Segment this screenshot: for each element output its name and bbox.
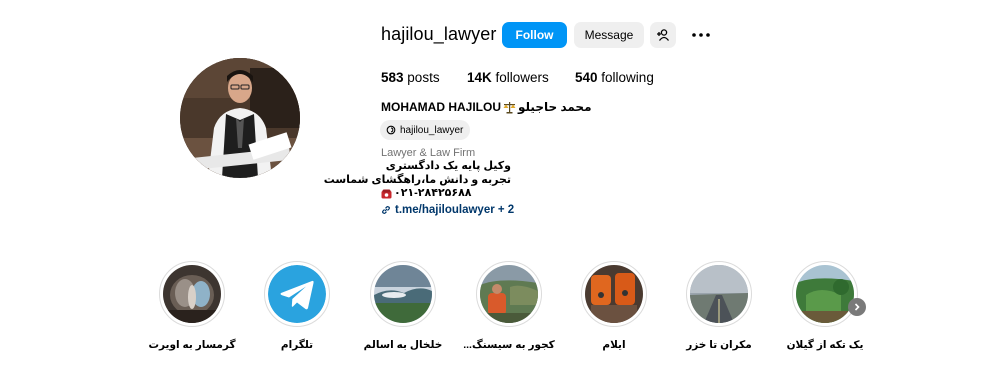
highlight-label: خلخال به اسالم [363, 339, 443, 351]
highlight-cover-ring [159, 261, 225, 327]
bio-phone-line: ۰۲۱-۲۸۴۲۵۶۸۸ [381, 187, 511, 201]
highlight-item[interactable]: ایلام [581, 261, 647, 351]
highlight-label: کجور به سیسنگ... [463, 339, 555, 351]
bio-line-2: تجربه و دانش ما،راهگشای شماست [323, 173, 511, 186]
link-icon [382, 206, 390, 214]
highlight-cover-ring [264, 261, 330, 327]
followers-count: 14K [467, 70, 492, 85]
telegram-icon [268, 265, 326, 323]
telephone-emoji-icon [381, 189, 392, 199]
highlight-label: تلگرام [280, 339, 314, 351]
bio-line-1: وکیل پایه یک دادگستری [385, 160, 511, 172]
highlight-label: مکران تا خزر [686, 339, 752, 351]
highlight-cover-ring [370, 261, 436, 327]
full-name-latin: MOHAMAD HAJILOU [381, 100, 501, 114]
add-user-icon [657, 29, 670, 41]
highlight-label: ایلام [602, 339, 626, 351]
scales-emoji-icon [503, 101, 516, 113]
highlight-cover-ring [792, 261, 858, 327]
highlight-cover [796, 265, 854, 323]
highlight-cover [585, 265, 643, 323]
highlight-cover-ring [686, 261, 752, 327]
highlight-item[interactable]: مکران تا خزر [686, 261, 752, 351]
link-text: t.me/hajiloulawyer + 2 [395, 204, 515, 216]
followers-stat[interactable]: 14K followers [467, 70, 549, 85]
profile-username: hajilou_lawyer [381, 24, 497, 44]
highlight-item[interactable]: یک تکه از گیلان [787, 261, 863, 351]
profile-bio: وکیل پایه یک دادگستری تجربه و دانش ما،را… [323, 160, 511, 201]
bio-phone: ۰۲۱-۲۸۴۲۵۶۸۸ [394, 187, 472, 199]
highlight-cover-ring [581, 261, 647, 327]
profile-avatar[interactable] [180, 58, 300, 178]
highlight-cover [480, 265, 538, 323]
posts-count: 583 [381, 70, 404, 85]
highlight-cover [690, 265, 748, 323]
posts-stat: 583 posts [381, 70, 440, 85]
following-stat[interactable]: 540 following [575, 70, 654, 85]
followers-label: followers [495, 70, 549, 85]
options-button[interactable] [688, 22, 714, 48]
full-name-farsi: محمد حاجیلو [518, 100, 592, 114]
following-label: following [601, 70, 654, 85]
highlight-item[interactable]: تلگرام [264, 261, 330, 351]
highlight-item[interactable]: خلخال به اسالم [364, 261, 442, 351]
highlight-cover [163, 265, 221, 323]
chevron-right-icon [854, 303, 860, 311]
threads-icon [386, 125, 396, 135]
profile-category: Lawyer & Law Firm [381, 147, 476, 159]
threads-handle: hajilou_lawyer [400, 124, 464, 136]
highlight-cover [374, 265, 432, 323]
threads-badge[interactable]: hajilou_lawyer [380, 120, 471, 140]
highlight-item[interactable]: کجور به سیسنگ... [463, 261, 555, 351]
suggested-users-button[interactable] [650, 22, 676, 48]
highlight-label: یک تکه از گیلان [786, 339, 864, 351]
highlight-label: گرمسار به اویرت [148, 339, 236, 351]
following-count: 540 [575, 70, 598, 85]
avatar-photo [180, 58, 300, 178]
profile-full-name: MOHAMAD HAJILOU محمد حاجیلو [381, 100, 592, 114]
follow-button[interactable]: Follow [502, 22, 567, 48]
posts-label: posts [407, 70, 440, 85]
message-button[interactable]: Message [574, 22, 644, 48]
profile-link[interactable]: t.me/hajiloulawyer + 2 [381, 204, 514, 216]
highlight-cover-ring [476, 261, 542, 327]
more-icon [692, 33, 710, 37]
highlight-cover [268, 265, 326, 323]
highlights-next-button[interactable] [848, 298, 866, 316]
highlight-item[interactable]: گرمسار به اویرت [148, 261, 236, 351]
